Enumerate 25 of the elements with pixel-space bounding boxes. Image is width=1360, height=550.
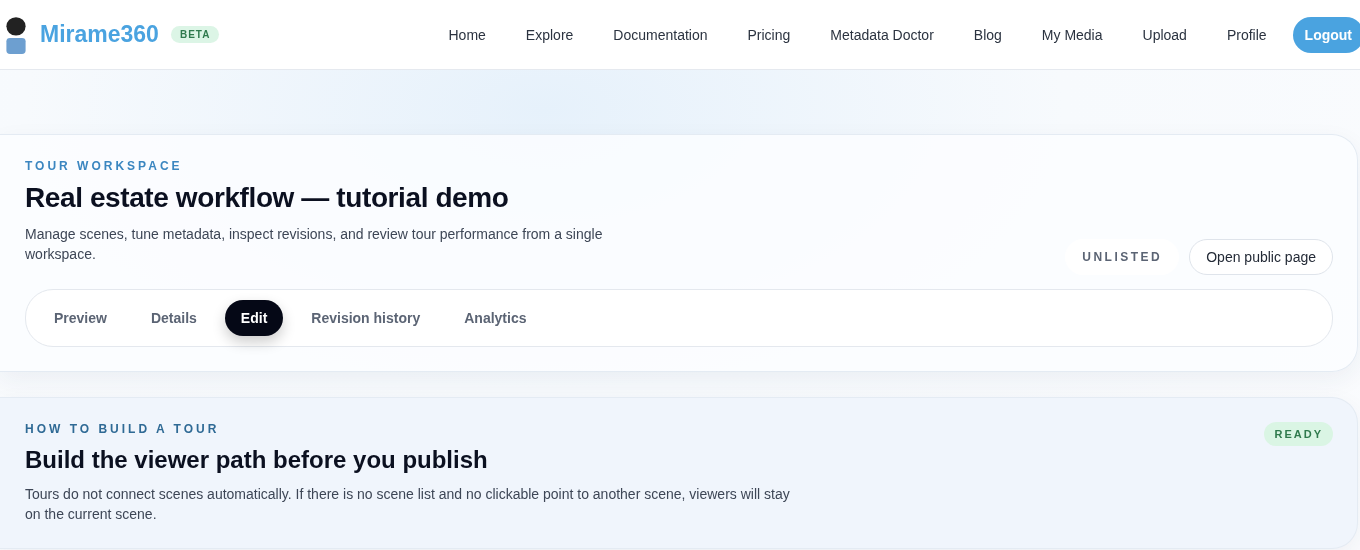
nav-link[interactable]: Upload (1122, 26, 1207, 43)
workspace-title: Real estate workflow — tutorial demo (25, 182, 510, 214)
status-badge: READY (1264, 422, 1333, 446)
nav-link[interactable]: Profile (1206, 26, 1287, 43)
nav-link[interactable]: Blog (953, 26, 1022, 43)
visibility-badge: UNLISTED (1065, 239, 1180, 275)
tab[interactable]: Revision history (295, 300, 437, 336)
nav-link[interactable]: Home (428, 26, 506, 43)
section-eyebrow: HOW TO BUILD A TOUR (25, 422, 221, 436)
tab[interactable]: Analytics (448, 300, 543, 336)
nav-link[interactable]: My Media (1021, 26, 1123, 43)
tab[interactable]: Edit (224, 300, 284, 336)
guide-title: Build the viewer path before you publish (25, 446, 489, 474)
beta-badge: BETA (170, 26, 220, 43)
nav-link[interactable]: Pricing (727, 26, 811, 43)
nav-link[interactable]: Metadata Doctor (810, 26, 954, 43)
avatar-icon (4, 15, 28, 54)
section-eyebrow: TOUR WORKSPACE (25, 159, 184, 173)
open-public-page-button[interactable]: Open public page (1189, 239, 1333, 275)
workspace-description: Manage scenes, tune metadata, inspect revisions, and review tour performance from a single workspace. (25, 225, 604, 264)
nav-link[interactable]: Documentation (593, 26, 728, 43)
nav-link[interactable]: Explore (505, 26, 594, 43)
tab[interactable]: Preview (38, 300, 123, 336)
guide-description: Tours do not connect scenes automatically. If there is no scene list and no clickable point to another scene, viewers will stay on the current scene. (25, 485, 791, 524)
tab[interactable]: Details (134, 300, 213, 336)
